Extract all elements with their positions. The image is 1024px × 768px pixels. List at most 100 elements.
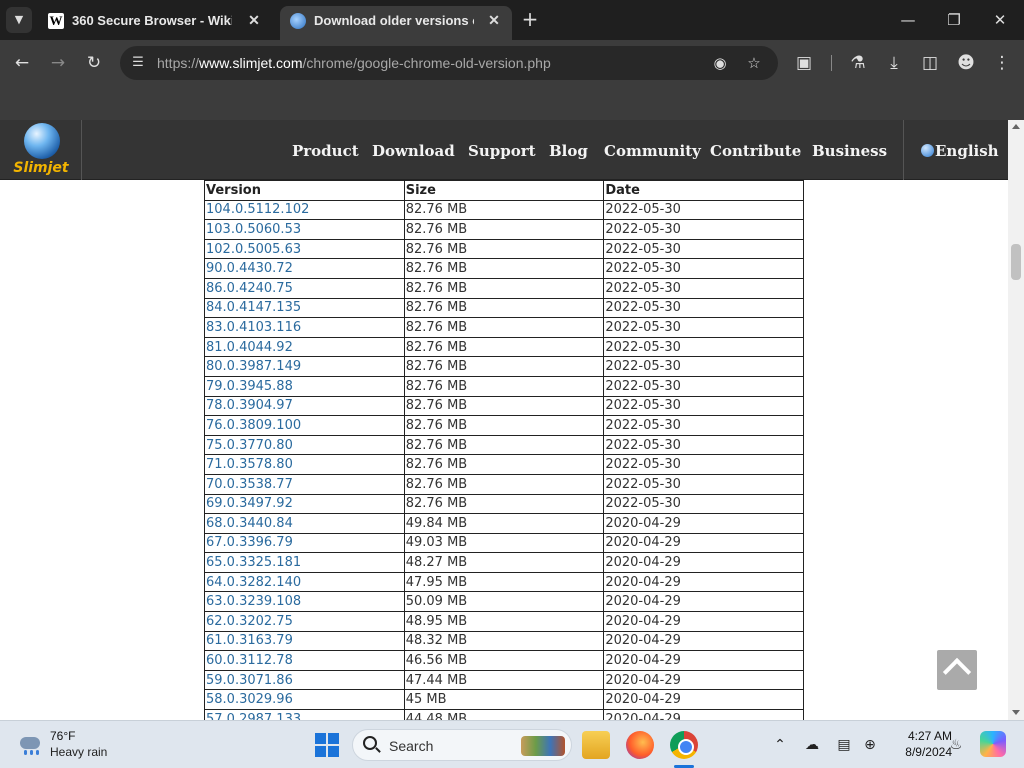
- weather-description[interactable]: Heavy rain: [50, 745, 107, 759]
- star-icon[interactable]: ☆: [744, 53, 764, 73]
- scroll-down-arrow-icon[interactable]: [1012, 710, 1020, 715]
- version-download-link[interactable]: 83.0.4103.116: [206, 320, 301, 335]
- arrow-left-icon[interactable]: ←: [8, 49, 36, 77]
- windows-start-icon[interactable]: [315, 733, 339, 757]
- version-download-link[interactable]: 64.0.3282.140: [206, 575, 301, 590]
- nav-business[interactable]: Business: [812, 142, 887, 160]
- clock-date[interactable]: 8/9/2024: [892, 745, 952, 759]
- cell-date: 2022-05-30: [603, 356, 804, 377]
- version-download-link[interactable]: 78.0.3904.97: [206, 398, 293, 413]
- page-scrollbar[interactable]: [1008, 120, 1024, 720]
- version-download-link[interactable]: 63.0.3239.108: [206, 594, 301, 609]
- table-row: 59.0.3071.86 47.44 MB 2020-04-29: [204, 669, 804, 691]
- version-download-link[interactable]: 104.0.5112.102: [206, 202, 309, 217]
- profile-icon[interactable]: ☻: [952, 49, 980, 77]
- cell-date: 2022-05-30: [603, 434, 804, 456]
- restore-icon[interactable]: ❐: [934, 6, 974, 34]
- brand-name: Slimjet: [13, 160, 69, 176]
- nav-download[interactable]: Download: [372, 142, 455, 160]
- version-download-link[interactable]: 103.0.5060.53: [206, 222, 301, 237]
- cell-size: 82.76 MB: [403, 415, 605, 436]
- version-download-link[interactable]: 79.0.3945.88: [206, 379, 293, 394]
- nav-product[interactable]: Product: [292, 142, 359, 160]
- copilot-icon[interactable]: [980, 731, 1006, 757]
- arrow-right-icon[interactable]: →: [44, 49, 72, 77]
- cell-version: 102.0.5005.63: [204, 238, 405, 260]
- version-download-link[interactable]: 67.0.3396.79: [206, 535, 293, 550]
- language-selector[interactable]: English: [903, 120, 1008, 180]
- display-icon[interactable]: ▤: [834, 735, 854, 755]
- side-panel-icon[interactable]: ◫: [916, 49, 944, 77]
- kebab-menu-icon[interactable]: ⋮: [988, 49, 1016, 77]
- cell-date: 2020-04-29: [603, 709, 804, 720]
- scroll-to-top-button[interactable]: [937, 650, 977, 690]
- scrollbar-thumb[interactable]: [1011, 244, 1021, 280]
- clock-time[interactable]: 4:27 AM: [892, 729, 952, 743]
- version-download-link[interactable]: 69.0.3497.92: [206, 496, 293, 511]
- version-download-link[interactable]: 60.0.3112.78: [206, 653, 293, 668]
- version-download-link[interactable]: 65.0.3325.181: [206, 555, 301, 570]
- cell-size: 48.32 MB: [403, 630, 605, 652]
- nav-support[interactable]: Support: [468, 142, 536, 160]
- rain-cloud-icon[interactable]: [18, 733, 44, 755]
- chevron-up-icon[interactable]: ⌃: [770, 735, 790, 755]
- version-download-link[interactable]: 57.0.2987.133: [206, 712, 301, 720]
- version-download-link[interactable]: 76.0.3809.100: [206, 418, 301, 433]
- taskbar-search[interactable]: Search: [352, 729, 572, 761]
- version-download-link[interactable]: 71.0.3578.80: [206, 457, 293, 472]
- cell-version: 61.0.3163.79: [204, 630, 405, 652]
- close-icon[interactable]: ✕: [244, 10, 264, 30]
- puzzle-icon[interactable]: ▣: [790, 49, 818, 77]
- version-download-link[interactable]: 59.0.3071.86: [206, 673, 293, 688]
- address-bar[interactable]: ☰ https://www.slimjet.com/chrome/google-…: [120, 46, 778, 80]
- nav-community[interactable]: Community: [604, 142, 701, 160]
- cell-version: 90.0.4430.72: [204, 258, 405, 279]
- version-download-link[interactable]: 61.0.3163.79: [206, 633, 293, 648]
- cell-size: 82.76 MB: [403, 317, 605, 338]
- eye-off-icon[interactable]: ◉: [710, 53, 730, 73]
- version-download-link[interactable]: 102.0.5005.63: [206, 242, 301, 257]
- tab-wikipedia[interactable]: W 360 Secure Browser - Wikipedia ✕: [38, 6, 272, 36]
- cell-size: 45 MB: [403, 689, 605, 711]
- version-download-link[interactable]: 70.0.3538.77: [206, 477, 293, 492]
- version-download-link[interactable]: 68.0.3440.84: [206, 516, 293, 531]
- site-logo[interactable]: Slimjet: [0, 120, 82, 180]
- table-row: 76.0.3809.100 82.76 MB 2022-05-30: [204, 415, 804, 436]
- url-text[interactable]: https://www.slimjet.com/chrome/google-ch…: [157, 55, 551, 71]
- plus-icon[interactable]: +: [518, 8, 542, 32]
- chevron-down-icon[interactable]: ▼: [6, 7, 32, 33]
- minimize-icon[interactable]: —: [888, 6, 928, 34]
- version-download-link[interactable]: 90.0.4430.72: [206, 261, 293, 276]
- cell-date: 2022-05-30: [603, 454, 804, 475]
- firefox-icon[interactable]: [626, 731, 654, 759]
- cell-version: 68.0.3440.84: [204, 513, 405, 534]
- file-explorer-icon[interactable]: [582, 731, 610, 759]
- onedrive-offline-icon[interactable]: ☁: [802, 735, 822, 755]
- version-download-link[interactable]: 86.0.4240.75: [206, 281, 293, 296]
- close-icon[interactable]: ✕: [484, 10, 504, 30]
- tab-slimjet[interactable]: Download older versions of Go ✕: [280, 6, 512, 40]
- download-icon[interactable]: ⤓: [880, 49, 908, 77]
- flask-icon[interactable]: ⚗: [844, 49, 872, 77]
- version-download-link[interactable]: 80.0.3987.149: [206, 359, 301, 374]
- version-download-link[interactable]: 84.0.4147.135: [206, 300, 301, 315]
- version-download-link[interactable]: 58.0.3029.96: [206, 692, 293, 707]
- version-download-link[interactable]: 62.0.3202.75: [206, 614, 293, 629]
- reload-icon[interactable]: ↻: [80, 49, 108, 77]
- network-icon[interactable]: ⊕: [860, 735, 880, 755]
- cell-date: 2022-05-30: [603, 258, 804, 279]
- chrome-icon[interactable]: [670, 731, 698, 759]
- scroll-up-arrow-icon[interactable]: [1012, 124, 1020, 129]
- version-download-link[interactable]: 81.0.4044.92: [206, 340, 293, 355]
- nav-contribute[interactable]: Contribute: [710, 142, 801, 160]
- close-icon[interactable]: ✕: [980, 6, 1020, 34]
- tune-icon[interactable]: ☰: [128, 53, 148, 73]
- nav-blog[interactable]: Blog: [549, 142, 588, 160]
- weather-temperature[interactable]: 76°F: [50, 729, 75, 743]
- bell-icon[interactable]: ♨: [946, 735, 966, 755]
- cell-date: 2022-05-30: [603, 317, 804, 338]
- browser-toolbar: ← → ↻ ☰ https://www.slimjet.com/chrome/g…: [0, 40, 1024, 86]
- search-highlight-icon: [521, 736, 565, 756]
- cell-size: 82.76 MB: [403, 454, 605, 475]
- version-download-link[interactable]: 75.0.3770.80: [206, 438, 293, 453]
